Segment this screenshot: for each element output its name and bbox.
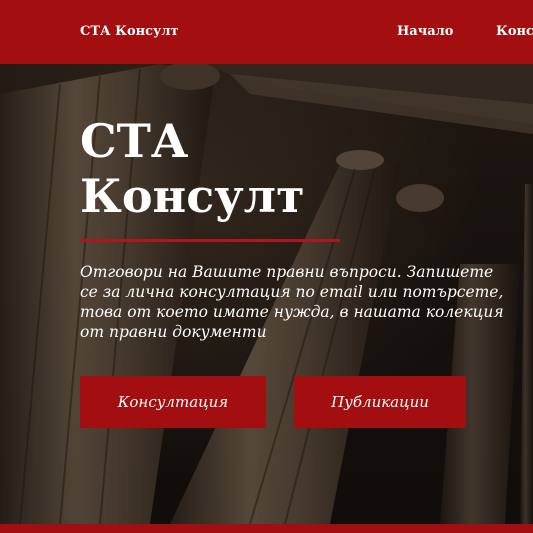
bottom-accent-bar — [0, 524, 533, 533]
nav-item-consult[interactable]: Конс — [496, 24, 533, 39]
site-header: СТА Консулт Начало Конс — [0, 0, 533, 64]
hero-lead-text: Отговори на Вашите правни въпроси. Запиш… — [80, 263, 504, 341]
title-divider — [80, 239, 340, 242]
hero-title-line-1: СТА — [80, 114, 189, 168]
nav-item-home[interactable]: Начало — [397, 24, 453, 39]
publications-button[interactable]: Публикации — [294, 376, 466, 428]
hero-title-line-2: Консулт — [80, 169, 305, 223]
consultation-button[interactable]: Консултация — [80, 376, 266, 428]
hero-title: СТА Консулт — [80, 114, 305, 224]
hero-section: СТА Консулт Отговори на Вашите правни въ… — [0, 64, 533, 524]
brand-logo-link[interactable]: СТА Консулт — [80, 24, 179, 39]
